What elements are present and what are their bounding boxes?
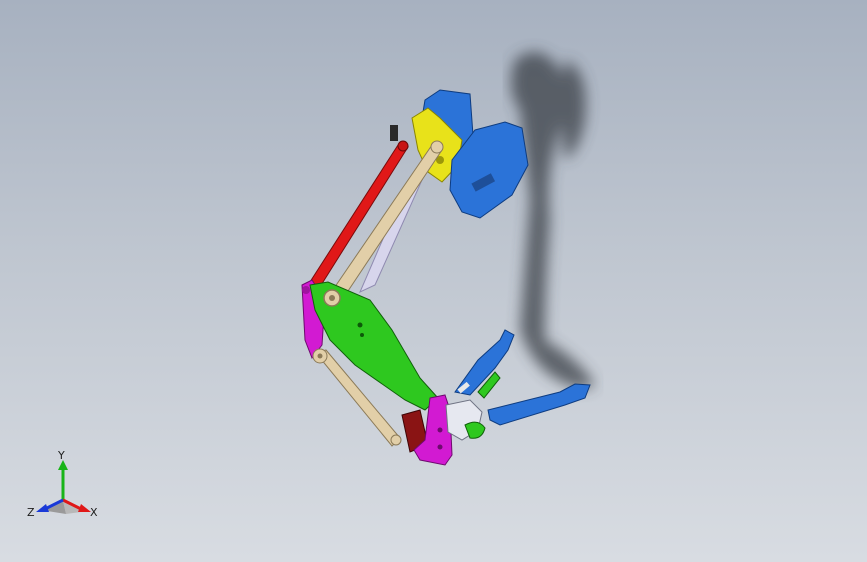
coordinate-triad: Y X Z [27, 449, 98, 519]
x-axis-label: X [90, 506, 98, 519]
y-axis-label: Y [57, 449, 65, 462]
z-axis-label: Z [27, 506, 35, 519]
assembly-model[interactable] [0, 0, 867, 562]
model-shadow [511, 52, 595, 389]
main-arm-green[interactable] [309, 281, 439, 411]
y-axis-arrow [58, 460, 68, 500]
cad-graphics-viewport[interactable]: Y X Z [0, 0, 867, 562]
gripper-jaw-lower[interactable] [487, 383, 591, 426]
